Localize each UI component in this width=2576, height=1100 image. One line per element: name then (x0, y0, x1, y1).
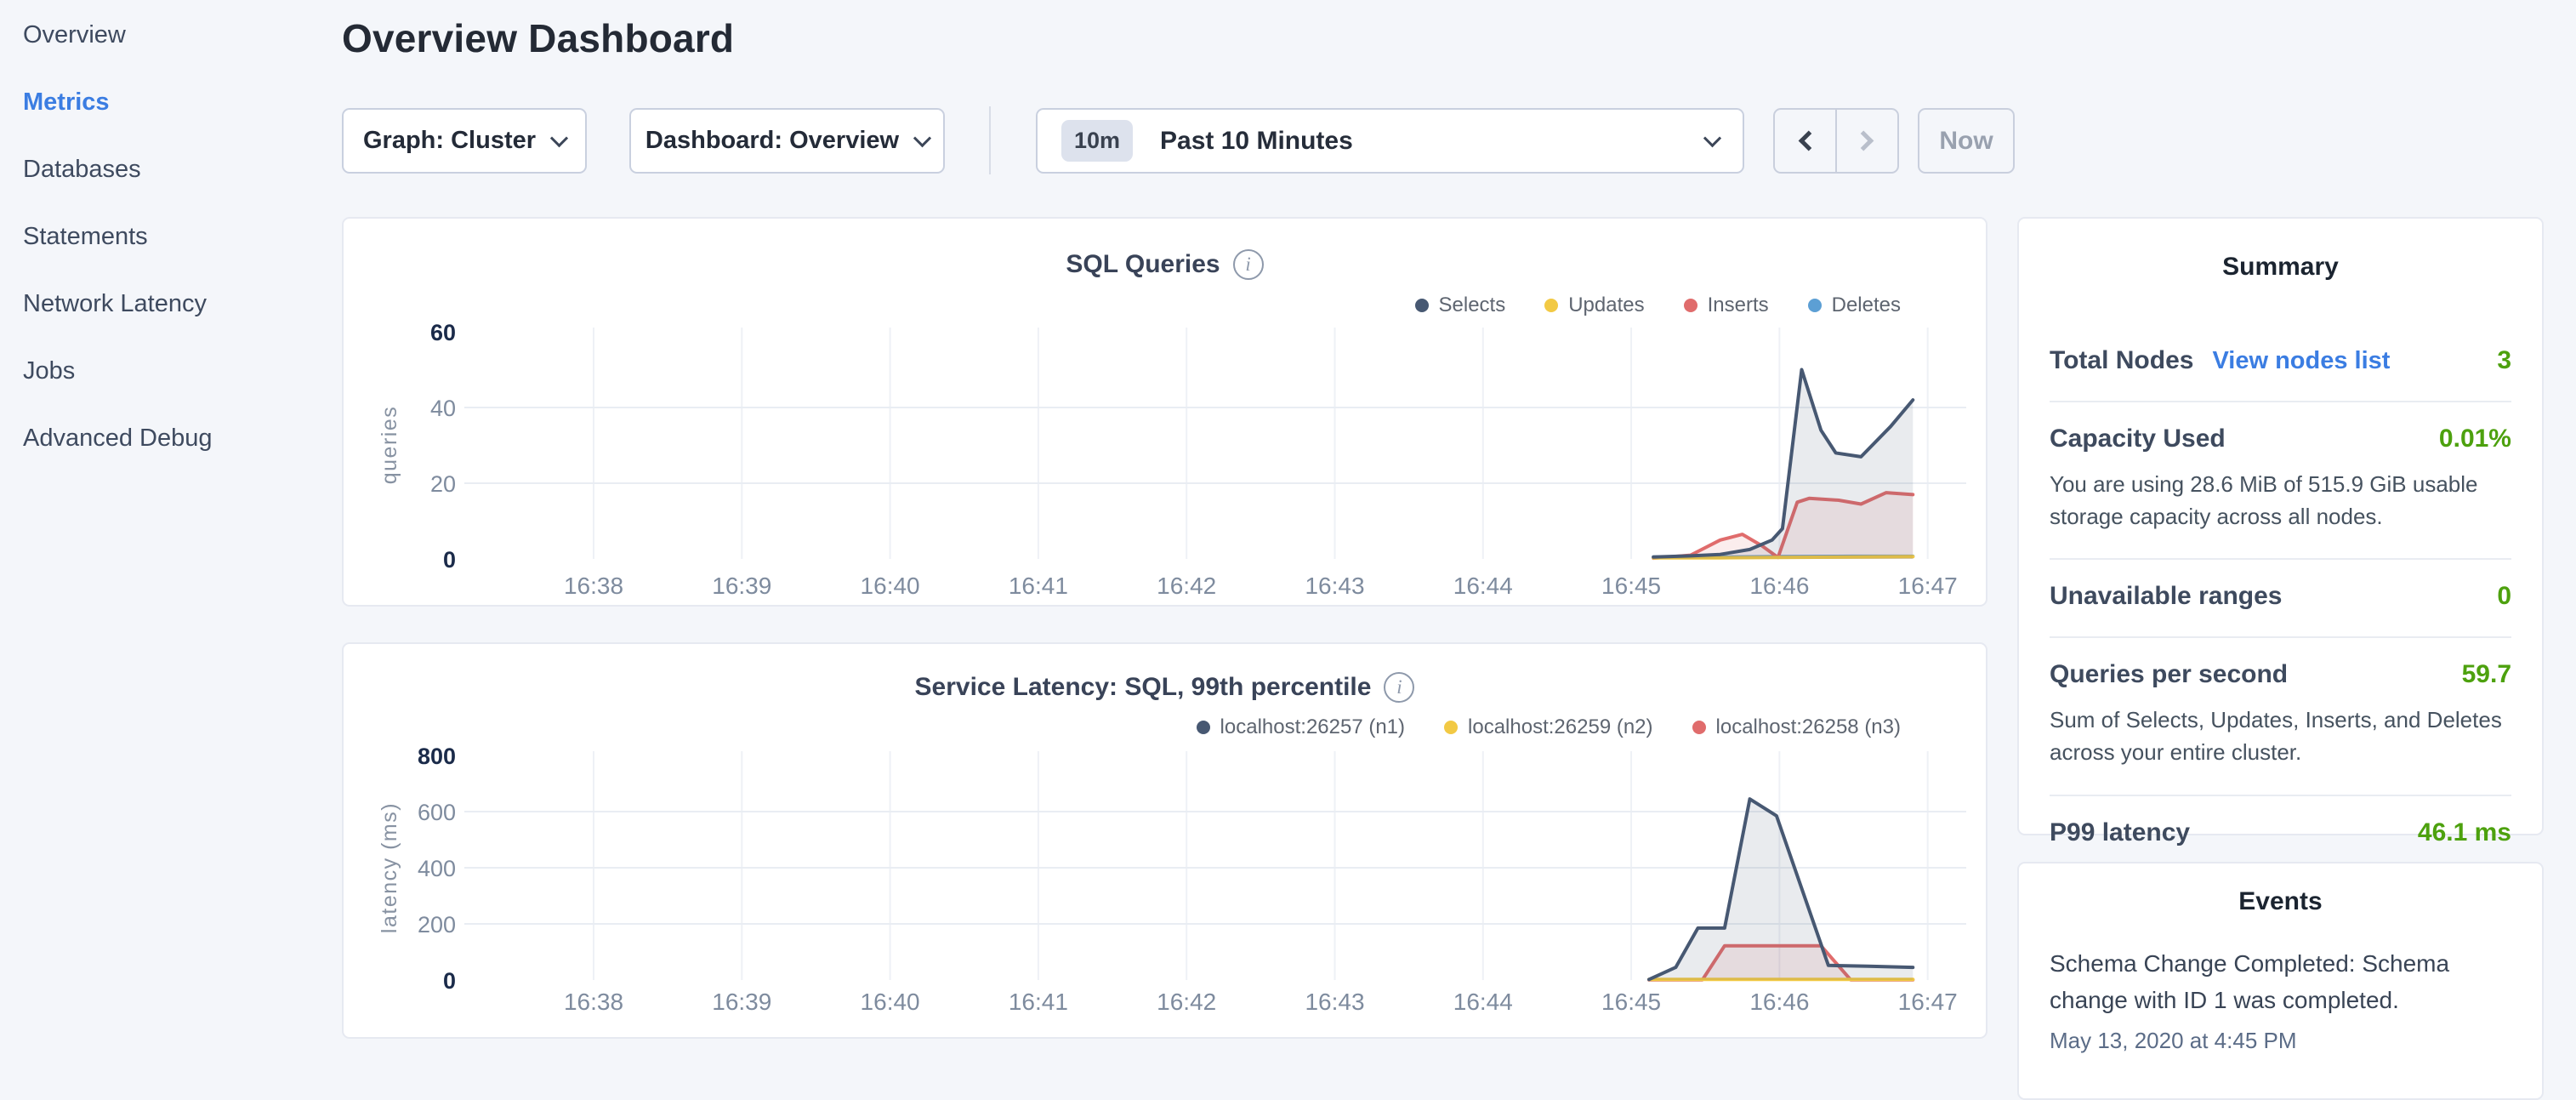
sidebar-item-statements[interactable]: Statements (0, 203, 340, 271)
summary-row-value: 3 (2497, 346, 2511, 375)
events-list: Schema Change Completed: Schema change w… (2050, 945, 2511, 1054)
summary-title: Summary (2019, 253, 2542, 282)
event-timestamp: May 13, 2020 at 4:45 PM (2050, 1028, 2511, 1054)
x-tick-label: 16:44 (1453, 989, 1513, 1015)
y-axis-title: queries (378, 406, 401, 485)
x-tick-label: 16:46 (1749, 989, 1809, 1015)
chevron-right-icon (1853, 130, 1874, 151)
summary-panel: Summary Total Nodes View nodes list 3 Capac… (2017, 217, 2544, 835)
summary-row-head: Queries per second 59.7 (2050, 660, 2511, 689)
sidebar-item-databases[interactable]: Databases (0, 136, 340, 203)
y-tick-label: 200 (418, 912, 456, 938)
y-tick-label: 60 (430, 320, 456, 345)
events-title: Events (2019, 887, 2542, 916)
summary-row-label: Capacity Used (2050, 425, 2226, 453)
sidebar-item-metrics[interactable]: Metrics (0, 69, 340, 136)
dashboard-dropdown[interactable]: Dashboard: Overview (629, 108, 945, 174)
x-tick-label: 16:38 (564, 989, 623, 1015)
sidebar-item-overview[interactable]: Overview (0, 2, 340, 69)
summary-row-total-nodes: Total Nodes View nodes list 3 (2050, 324, 2511, 402)
summary-row-description: You are using 28.6 MiB of 515.9 GiB usab… (2050, 469, 2511, 533)
summary-row-head: Unavailable ranges 0 (2050, 582, 2511, 611)
view-nodes-list-link[interactable]: View nodes list (2212, 347, 2390, 375)
summary-row-head: Total Nodes View nodes list 3 (2050, 346, 2511, 375)
x-tick-label: 16:45 (1601, 573, 1661, 599)
page-title: Overview Dashboard (342, 15, 734, 61)
summary-row-label: Queries per second (2050, 660, 2288, 689)
events-panel: Events Schema Change Completed: Schema c… (2017, 862, 2544, 1100)
x-tick-label: 16:41 (1009, 573, 1068, 599)
event-item[interactable]: Schema Change Completed: Schema change w… (2050, 945, 2511, 1054)
summary-row-capacity-used: Capacity Used 0.01% You are using 28.6 MiB… (2050, 402, 2511, 560)
x-tick-label: 16:44 (1453, 573, 1513, 599)
x-tick-label: 16:47 (1898, 989, 1958, 1015)
x-tick-label: 16:42 (1157, 989, 1216, 1015)
y-tick-label: 0 (443, 547, 456, 573)
y-tick-label: 0 (443, 968, 456, 994)
x-tick-label: 16:46 (1749, 573, 1809, 599)
summary-row-unavailable-ranges: Unavailable ranges 0 (2050, 560, 2511, 638)
y-tick-label: 40 (430, 396, 456, 421)
x-tick-label: 16:43 (1305, 573, 1364, 599)
y-tick-label: 600 (418, 800, 456, 825)
sidebar-item-jobs[interactable]: Jobs (0, 338, 340, 405)
time-pager (1773, 108, 1899, 174)
summary-row-head: Capacity Used 0.01% (2050, 425, 2511, 453)
series-area-selects (1653, 370, 1913, 560)
chevron-left-icon (1799, 130, 1819, 151)
service-latency-chart: 16:38 16:39 16:40 16:41 16:42 16:43 16:44 16:45… (344, 644, 1989, 1040)
toolbar-divider (989, 106, 991, 174)
y-tick-label: 800 (418, 744, 456, 769)
chevron-down-icon (913, 129, 931, 147)
summary-row-label: P99 latency (2050, 818, 2190, 847)
x-tick-label: 16:47 (1898, 573, 1958, 599)
x-tick-label: 16:40 (861, 573, 920, 599)
summary-row-head: P99 latency 46.1 ms (2050, 818, 2511, 847)
summary-row-label: Unavailable ranges (2050, 582, 2282, 611)
summary-row-queries-per-second: Queries per second 59.7 Sum of Selects, Up… (2050, 638, 2511, 795)
chevron-down-icon (1703, 129, 1721, 147)
y-tick-label: 400 (418, 856, 456, 881)
summary-row-value: 0 (2497, 582, 2511, 611)
x-tick-label: 16:39 (712, 989, 771, 1015)
y-tick-label: 20 (430, 471, 456, 497)
time-range-badge: 10m (1061, 120, 1133, 162)
event-text: Schema Change Completed: Schema change w… (2050, 945, 2511, 1019)
sidebar-item-network-latency[interactable]: Network Latency (0, 271, 340, 338)
dashboard-dropdown-label: Dashboard: Overview (645, 127, 899, 155)
x-tick-label: 16:43 (1305, 989, 1364, 1015)
x-tick-label: 16:40 (861, 989, 920, 1015)
graph-dropdown[interactable]: Graph: Cluster (342, 108, 587, 174)
x-tick-label: 16:39 (712, 573, 771, 599)
sql-queries-chart-card: SQL Queries i SelectsUpdatesInsertsDelet… (342, 217, 1987, 607)
next-time-button[interactable] (1837, 110, 1897, 172)
x-tick-label: 16:41 (1009, 989, 1068, 1015)
summary-row-description: Sum of Selects, Updates, Inserts, and De… (2050, 704, 2511, 768)
summary-row-value: 46.1 ms (2418, 818, 2511, 847)
x-tick-label: 16:45 (1601, 989, 1661, 1015)
x-tick-label: 16:38 (564, 573, 623, 599)
summary-row-label: Total Nodes (2050, 346, 2193, 375)
summary-rows: Total Nodes View nodes list 3 Capacity Used… (2050, 324, 2511, 873)
now-button[interactable]: Now (1918, 108, 2015, 174)
time-range-dropdown[interactable]: 10m Past 10 Minutes (1036, 108, 1744, 174)
graph-dropdown-label: Graph: Cluster (363, 127, 536, 155)
prev-time-button[interactable] (1775, 110, 1837, 172)
service-latency-chart-card: Service Latency: SQL, 99th percentile i … (342, 642, 1987, 1039)
summary-row-value: 59.7 (2462, 660, 2511, 689)
chevron-down-icon (550, 129, 568, 147)
sidebar-item-advanced-debug[interactable]: Advanced Debug (0, 405, 340, 472)
summary-row-value: 0.01% (2439, 425, 2511, 453)
time-range-label: Past 10 Minutes (1160, 127, 1353, 156)
y-axis-title: latency (ms) (378, 802, 401, 933)
sidebar: OverviewMetricsDatabasesStatementsNetwor… (0, 0, 340, 1052)
x-tick-label: 16:42 (1157, 573, 1216, 599)
sql-queries-chart: 16:38 16:39 16:40 16:41 16:42 16:43 16:44 16:45… (344, 219, 1989, 608)
